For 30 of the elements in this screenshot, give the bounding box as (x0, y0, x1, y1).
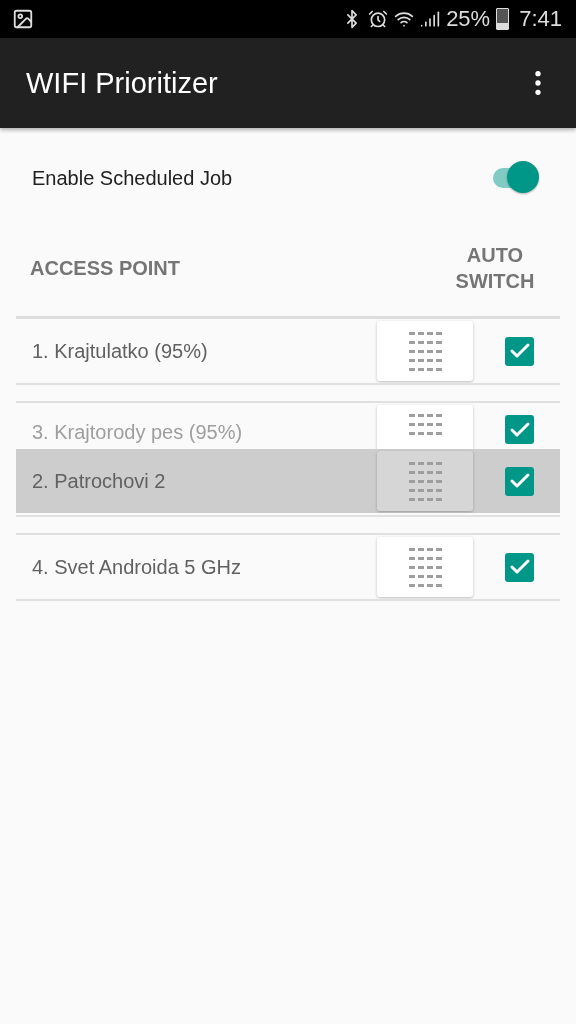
image-icon (12, 8, 34, 30)
drag-handle-icon (408, 331, 442, 371)
drag-handle-icon (408, 461, 442, 501)
auto-switch-checkbox[interactable] (505, 552, 534, 582)
access-point-name: 1. Krajtulatko (95%) (32, 339, 209, 363)
access-point-row[interactable]: 1. Krajtulatko (95%) (16, 319, 560, 383)
access-point-name: 3. Krajtorody pes (95%) (32, 421, 244, 444)
auto-switch-checkbox[interactable] (505, 336, 534, 366)
clock: 7:41 (519, 6, 562, 32)
auto-switch-checkbox[interactable] (505, 415, 534, 444)
dragged-row[interactable]: 2. Patrochovi 2 (16, 449, 560, 513)
drag-handle[interactable] (377, 537, 473, 597)
access-point-row[interactable]: 4. Svet Androida 5 GHz (16, 535, 560, 599)
auto-switch-checkbox[interactable] (505, 466, 534, 496)
scheduled-job-label: Enable Scheduled Job (32, 166, 234, 190)
drag-handle[interactable] (377, 321, 473, 381)
battery-icon (496, 8, 510, 30)
drag-handle[interactable] (377, 451, 473, 511)
column-header: ACCESS POINT (30, 256, 182, 281)
drag-handle[interactable] (377, 405, 473, 449)
alarm-icon (368, 9, 389, 29)
app-title: WIFI Prioritizer (26, 66, 219, 100)
column-header: AUTO SWITCH (454, 243, 536, 294)
drag-handle-icon (408, 547, 442, 587)
access-point-name: 2. Patrochovi 2 (32, 469, 167, 493)
signal-icon (420, 9, 441, 29)
wifi-icon (394, 9, 415, 29)
battery-percent: 25% (446, 6, 491, 32)
drag-handle-icon (408, 414, 442, 435)
access-point-name: 4. Svet Androida 5 GHz (32, 555, 242, 579)
